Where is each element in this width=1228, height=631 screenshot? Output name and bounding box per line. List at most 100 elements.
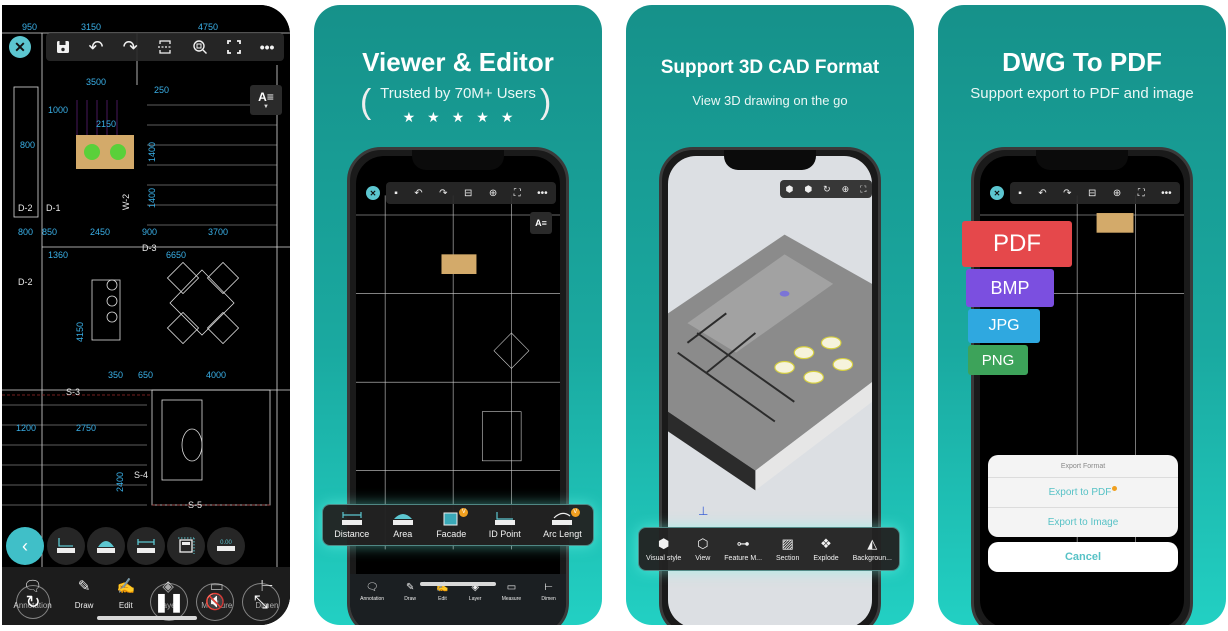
back-chevron-icon: ‹: [22, 535, 28, 556]
tool-label: Feature M...: [724, 555, 763, 562]
phone-mockup: ✕ ▪ ↶ ↷ ⊟ ⊕ ⛶ ••• A≡ 🗨 Annotation ✎ Draw ✍ Edit ◈…: [347, 147, 569, 625]
redo-icon[interactable]: ↷: [123, 37, 138, 58]
star-icon: ★: [402, 109, 428, 125]
tool-id-point[interactable]: ID Point: [489, 511, 521, 539]
id-point-icon: [494, 512, 515, 525]
tab-label: Edit: [438, 596, 447, 602]
dimension-label: 2450: [90, 227, 111, 237]
tab-draw[interactable]: ✎ Draw: [75, 577, 94, 610]
save-icon[interactable]: ▪: [394, 188, 398, 199]
text-style-button[interactable]: A≡ ▼: [250, 85, 282, 115]
hierarchy-icon: ⊶: [736, 536, 750, 551]
text-style-icon: A≡: [258, 90, 274, 104]
zoom-icon[interactable]: ⊕: [489, 188, 497, 199]
tool-visual-style[interactable]: ⬢ Visual style: [646, 536, 681, 562]
tool-label: Explode: [813, 555, 839, 562]
redo-icon[interactable]: ↷: [439, 188, 447, 199]
expand-icon: ⤡: [253, 591, 269, 612]
section-label: S-3: [66, 387, 81, 397]
explode-icon: ❖: [820, 536, 832, 551]
tool-view[interactable]: ⬡ View: [695, 536, 710, 562]
export-to-image-option[interactable]: Export to Image: [988, 507, 1178, 537]
more-icon[interactable]: •••: [260, 39, 275, 55]
dimension-label: 950: [22, 22, 38, 32]
more-icon[interactable]: •••: [1161, 188, 1172, 199]
rating-stars: ★★★★★: [314, 109, 602, 126]
section-cut-icon[interactable]: [157, 39, 173, 55]
tool-feature-manager[interactable]: ⊶ Feature M...: [724, 536, 762, 562]
dimension-label: 1400: [147, 187, 158, 209]
tab-dimension[interactable]: ⊢ Dimen: [541, 582, 555, 602]
back-button[interactable]: ‹: [6, 527, 44, 565]
tool-area[interactable]: Area: [392, 511, 414, 539]
star-icon: ★: [500, 109, 526, 125]
tab-annotation[interactable]: 🗨 Annotation: [360, 582, 384, 602]
dimension-label: 800: [18, 227, 34, 237]
premium-badge: V: [459, 508, 469, 517]
fullscreen-icon[interactable]: [226, 40, 241, 54]
close-button[interactable]: ✕: [366, 186, 380, 200]
facade-icon: [443, 512, 458, 526]
paint-bucket-icon: ◭: [867, 536, 878, 551]
undo-icon[interactable]: ↶: [89, 37, 104, 58]
tool-arc-length[interactable]: V Arc Lengt: [543, 508, 582, 539]
tool-distance[interactable]: Distance: [334, 511, 369, 539]
decimal-ruler-icon: [217, 546, 235, 551]
tool-background[interactable]: ◭ Backgroun...: [853, 536, 892, 562]
expand-button[interactable]: ⤡: [242, 583, 280, 621]
cube-rotate-icon[interactable]: ⬢: [785, 184, 793, 195]
section-cut-icon[interactable]: ⊟: [1088, 188, 1096, 199]
close-icon: ✕: [993, 188, 1001, 198]
redo-icon[interactable]: ↷: [1063, 188, 1071, 199]
fullscreen-icon[interactable]: ⛶: [514, 188, 521, 199]
tab-measure[interactable]: ▭ Measure: [502, 582, 521, 602]
reset-view-icon[interactable]: ↻: [823, 184, 831, 195]
undo-icon[interactable]: ↶: [1038, 188, 1046, 199]
top-toolbar: ↶ ↷ •••: [46, 33, 284, 61]
sheet-header: Export Format: [1060, 462, 1106, 470]
coordinate-measure-button[interactable]: [47, 527, 85, 565]
dimension-label: 4150: [75, 321, 86, 343]
export-to-pdf-option[interactable]: Export to PDF: [988, 477, 1178, 507]
format-tag-jpg: JPG: [968, 309, 1040, 343]
close-button[interactable]: ✕: [990, 186, 1004, 200]
undo-icon[interactable]: ↶: [414, 188, 422, 199]
zoom-icon[interactable]: ⊕: [1113, 188, 1121, 199]
tool-label: Arc Lengt: [543, 529, 582, 539]
dimension-label: 2400: [115, 471, 126, 493]
text-style-button[interactable]: A≡: [530, 212, 552, 234]
home-indicator: [420, 582, 496, 586]
promo-subtitle: Trusted by 70M+ Users: [380, 85, 536, 102]
tab-draw[interactable]: ✎ Draw: [404, 582, 416, 602]
decimal-measure-button[interactable]: 0.00: [207, 527, 245, 565]
cancel-button[interactable]: Cancel: [988, 542, 1178, 572]
close-icon: ✕: [14, 38, 26, 55]
save-icon[interactable]: [56, 40, 70, 54]
save-icon[interactable]: ▪: [1018, 188, 1022, 199]
mute-button[interactable]: 🔇: [196, 583, 234, 621]
chevron-down-icon: ▼: [263, 104, 269, 110]
tool-explode[interactable]: ❖ Explode: [813, 536, 838, 562]
phone-notch: [412, 150, 504, 170]
cube-view-icon: ⬡: [697, 536, 709, 551]
window-label: W-2: [121, 193, 132, 211]
tab-edit[interactable]: ✍ Edit: [116, 577, 135, 610]
tool-section[interactable]: ▨ Section: [776, 536, 799, 562]
area-measure-button[interactable]: [87, 527, 125, 565]
promo-subtitle: Support export to PDF and image: [970, 85, 1194, 102]
fullscreen-icon[interactable]: ⛶: [1138, 188, 1145, 199]
calculator-button[interactable]: [167, 527, 205, 565]
fullscreen-icon[interactable]: ⛶: [860, 184, 866, 195]
dimension-label: 1200: [16, 423, 37, 433]
tool-facade[interactable]: V Facade: [436, 508, 469, 539]
section-cut-icon[interactable]: ⊟: [464, 188, 472, 199]
zoom-icon[interactable]: ⊕: [842, 184, 850, 195]
zoom-extent-icon[interactable]: [192, 39, 208, 55]
cube-orbit-icon[interactable]: ⬢: [804, 184, 812, 195]
close-button[interactable]: ✕: [9, 36, 31, 58]
replay-button[interactable]: ↻: [16, 585, 50, 619]
distance-measure-button[interactable]: [127, 527, 165, 565]
more-icon[interactable]: •••: [537, 188, 548, 199]
axis-gizmo-icon: ⊥: [698, 504, 709, 518]
3d-tools-popup: ⬢ Visual style ⬡ View ⊶ Feature M... ▨ Secti…: [638, 527, 900, 571]
